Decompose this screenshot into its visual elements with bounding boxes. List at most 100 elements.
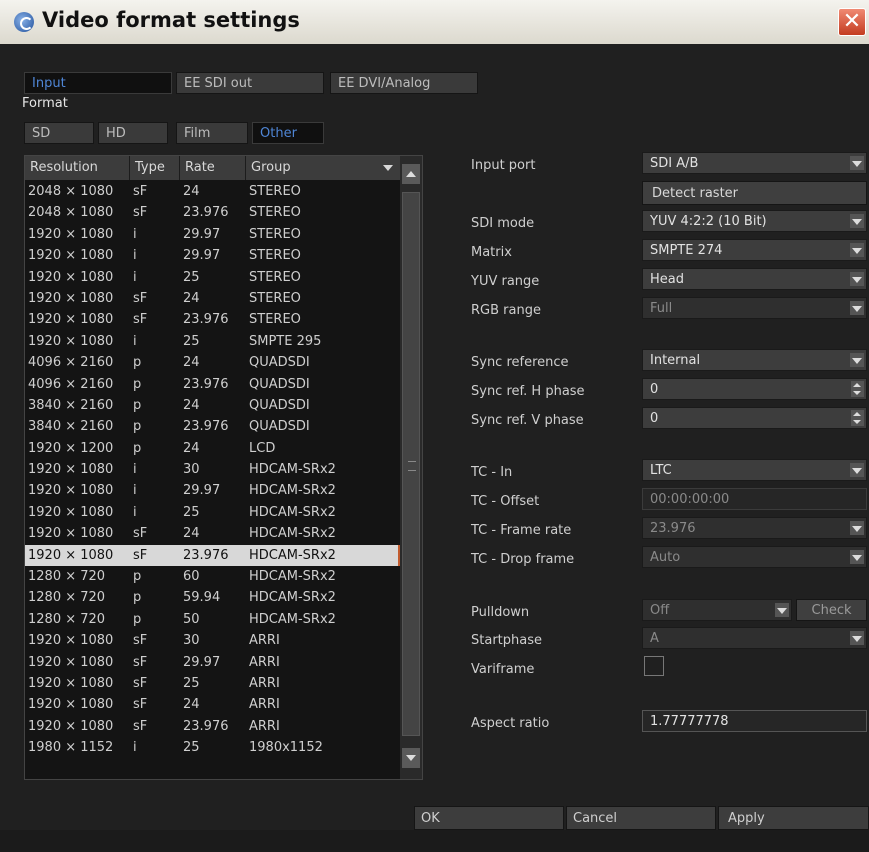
cell-group: ARRI <box>249 633 280 649</box>
grip-icon <box>408 461 416 471</box>
sync-reference-label: Sync reference <box>471 355 569 370</box>
cell-rate: 29.97 <box>183 248 221 264</box>
tab-sd[interactable]: SD <box>24 122 94 144</box>
list-item[interactable]: 1280 × 720 p 60 HDCAM-SRx2 <box>25 566 401 587</box>
cell-group: ARRI <box>249 675 280 691</box>
rgb-range-select[interactable]: Full <box>642 297 867 319</box>
tab-input[interactable]: Input <box>24 72 172 94</box>
cell-resolution: 1920 × 1080 <box>28 333 114 349</box>
format-list[interactable]: Resolution Type Rate Group 2048 × 1080 sF… <box>24 155 402 780</box>
list-item[interactable]: 1920 × 1080 i 25 HDCAM-SRx2 <box>25 502 401 523</box>
list-item[interactable]: 1920 × 1080 sF 23.976 ARRI <box>25 716 401 737</box>
tab-hd[interactable]: HD <box>98 122 168 144</box>
column-dropdown-icon[interactable] <box>383 165 393 171</box>
list-item[interactable]: 1980 × 1152 i 25 1980x1152 <box>25 737 401 758</box>
cell-resolution: 1920 × 1080 <box>28 697 114 713</box>
cell-type: sF <box>133 205 148 221</box>
list-item[interactable]: 1920 × 1080 sF 23.976 STEREO <box>25 309 401 330</box>
pulldown-select[interactable]: Off <box>642 599 792 621</box>
list-item[interactable]: 4096 × 2160 p 24 QUADSDI <box>25 352 401 373</box>
list-item[interactable]: 1920 × 1080 sF 24 HDCAM-SRx2 <box>25 523 401 544</box>
list-item[interactable]: 1920 × 1080 sF 24 STEREO <box>25 288 401 309</box>
yuv-range-select[interactable]: Head <box>642 268 867 290</box>
list-item[interactable]: 2048 × 1080 sF 24 STEREO <box>25 181 401 202</box>
matrix-select[interactable]: SMPTE 274 <box>642 239 867 261</box>
list-item[interactable]: 2048 × 1080 sF 23.976 STEREO <box>25 202 401 223</box>
list-item[interactable]: 1920 × 1080 i 29.97 HDCAM-SRx2 <box>25 480 401 501</box>
aspect-ratio-field[interactable]: 1.77777778 <box>642 710 867 732</box>
cell-rate: 23.976 <box>183 547 229 563</box>
scroll-up-icon[interactable] <box>402 164 420 184</box>
cell-rate: 23.976 <box>183 312 229 328</box>
cancel-button[interactable]: Cancel <box>566 806 716 830</box>
chevron-down-icon <box>775 603 789 617</box>
list-item[interactable]: 1920 × 1200 p 24 LCD <box>25 438 401 459</box>
tab-other[interactable]: Other <box>252 122 324 144</box>
tc-offset-field[interactable]: 00:00:00:00 <box>642 488 867 510</box>
variframe-checkbox[interactable] <box>644 656 664 676</box>
close-button[interactable]: ✕ <box>838 8 866 36</box>
list-item[interactable]: 1280 × 720 p 59.94 HDCAM-SRx2 <box>25 587 401 608</box>
column-group[interactable]: Group <box>246 156 401 180</box>
sync-h-phase-stepper[interactable]: 0 <box>642 378 867 400</box>
column-rate[interactable]: Rate <box>180 156 246 180</box>
cell-group: ARRI <box>249 697 280 713</box>
tc-frame-rate-label: TC - Frame rate <box>471 523 572 538</box>
chevron-down-icon <box>850 301 864 315</box>
scroll-thumb[interactable] <box>402 192 420 736</box>
cell-resolution: 1280 × 720 <box>28 569 106 585</box>
column-resolution[interactable]: Resolution <box>25 156 130 180</box>
list-item[interactable]: 1920 × 1080 i 30 HDCAM-SRx2 <box>25 459 401 480</box>
list-item[interactable]: 1920 × 1080 i 29.97 STEREO <box>25 245 401 266</box>
sync-v-phase-stepper[interactable]: 0 <box>642 407 867 429</box>
spin-arrows-icon[interactable] <box>851 410 864 426</box>
list-item[interactable]: 1920 × 1080 i 25 SMPTE 295 <box>25 331 401 352</box>
cell-group: STEREO <box>249 205 301 221</box>
tab-ee-sdi-out[interactable]: EE SDI out <box>176 72 324 94</box>
tab-film[interactable]: Film <box>176 122 248 144</box>
cell-resolution: 1920 × 1080 <box>28 675 114 691</box>
ok-button[interactable]: OK <box>414 806 564 830</box>
input-port-select[interactable]: SDI A/B <box>642 152 867 174</box>
list-item[interactable]: 1280 × 720 p 50 HDCAM-SRx2 <box>25 609 401 630</box>
list-item[interactable]: 1920 × 1080 sF 30 ARRI <box>25 630 401 651</box>
cell-resolution: 1920 × 1080 <box>28 290 114 306</box>
tc-drop-frame-select[interactable]: Auto <box>642 546 867 568</box>
column-type[interactable]: Type <box>130 156 180 180</box>
cell-group: STEREO <box>249 290 301 306</box>
apply-button[interactable]: Apply <box>718 806 869 830</box>
sync-reference-select[interactable]: Internal <box>642 349 867 371</box>
chevron-down-icon <box>850 463 864 477</box>
tc-frame-rate-select[interactable]: 23.976 <box>642 517 867 539</box>
list-item[interactable]: 1920 × 1080 sF 29.97 ARRI <box>25 652 401 673</box>
sdi-mode-select[interactable]: YUV 4:2:2 (10 Bit) <box>642 210 867 232</box>
spin-arrows-icon[interactable] <box>851 381 864 397</box>
startphase-select[interactable]: A <box>642 627 867 649</box>
cell-group: HDCAM-SRx2 <box>249 611 336 627</box>
list-item[interactable]: 1920 × 1080 i 29.97 STEREO <box>25 224 401 245</box>
list-scrollbar[interactable] <box>400 155 423 780</box>
cell-group: STEREO <box>249 269 301 285</box>
tab-ee-dvi-analog[interactable]: EE DVI/Analog <box>330 72 478 94</box>
cell-resolution: 1920 × 1080 <box>28 269 114 285</box>
check-button[interactable]: Check <box>796 599 867 621</box>
cell-rate: 24 <box>183 397 200 413</box>
list-item[interactable]: 1920 × 1080 sF 23.976 HDCAM-SRx2 <box>25 544 401 567</box>
list-item[interactable]: 3840 × 2160 p 23.976 QUADSDI <box>25 416 401 437</box>
detect-raster-button[interactable]: Detect raster <box>642 181 867 205</box>
list-item[interactable]: 3840 × 2160 p 24 QUADSDI <box>25 395 401 416</box>
cell-rate: 29.97 <box>183 226 221 242</box>
list-item[interactable]: 4096 × 2160 p 23.976 QUADSDI <box>25 374 401 395</box>
cell-type: p <box>133 419 142 435</box>
pulldown-label: Pulldown <box>471 605 530 620</box>
list-item[interactable]: 1920 × 1080 sF 24 ARRI <box>25 694 401 715</box>
scroll-down-icon[interactable] <box>402 748 420 768</box>
list-item[interactable]: 1920 × 1080 i 25 STEREO <box>25 267 401 288</box>
cell-rate: 25 <box>183 675 200 691</box>
cell-type: sF <box>133 697 148 713</box>
cell-rate: 25 <box>183 504 200 520</box>
tc-in-select[interactable]: LTC <box>642 459 867 481</box>
list-item[interactable]: 1920 × 1080 sF 25 ARRI <box>25 673 401 694</box>
cell-rate: 25 <box>183 740 200 756</box>
cell-rate: 24 <box>183 440 200 456</box>
